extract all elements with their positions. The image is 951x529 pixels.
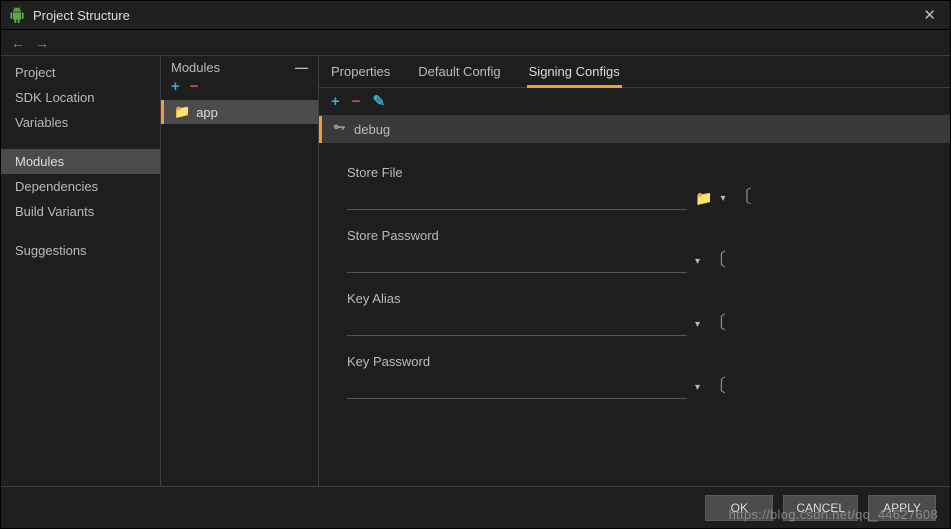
tab-signing-configs[interactable]: Signing Configs xyxy=(527,58,622,88)
sidebar-item-modules[interactable]: Modules xyxy=(1,149,160,174)
field-store-file: Store File 📁 ▾ 〔 xyxy=(347,165,922,210)
field-store-password: Store Password ▾ 〔 xyxy=(347,228,922,273)
field-key-password: Key Password ▾ 〔 xyxy=(347,354,922,399)
remove-module-icon[interactable]: − xyxy=(190,79,199,94)
sidebar-item-label: Modules xyxy=(15,154,64,169)
sidebar-item-build-variants[interactable]: Build Variants xyxy=(1,199,160,224)
sidebar-item-label: SDK Location xyxy=(15,90,95,105)
nav-row: ← → xyxy=(1,29,950,55)
android-icon xyxy=(9,7,25,23)
sidebar-item-label: Suggestions xyxy=(15,243,87,258)
modules-header: Modules — xyxy=(161,56,318,77)
tab-label: Properties xyxy=(331,64,390,79)
tab-properties[interactable]: Properties xyxy=(329,58,392,88)
config-item-label: debug xyxy=(354,122,390,137)
modules-title: Modules xyxy=(171,60,220,75)
sidebar-item-dependencies[interactable]: Dependencies xyxy=(1,174,160,199)
tab-default-config[interactable]: Default Config xyxy=(416,58,502,88)
edit-config-icon[interactable]: ✎ xyxy=(373,94,386,109)
config-toolbar: + − ✎ xyxy=(319,88,950,116)
key-icon xyxy=(332,121,346,138)
apply-button[interactable]: APPLY xyxy=(868,495,936,521)
sidebar-item-label: Dependencies xyxy=(15,179,98,194)
store-file-input[interactable] xyxy=(347,186,687,210)
dropdown-icon[interactable]: ▾ xyxy=(695,319,700,330)
folder-icon: 📁 xyxy=(174,104,190,120)
key-alias-input[interactable] xyxy=(347,312,687,336)
titlebar: Project Structure ✕ xyxy=(1,1,950,29)
sidebar-item-label: Build Variants xyxy=(15,204,94,219)
dropdown-icon[interactable]: ▾ xyxy=(720,193,725,204)
tab-label: Signing Configs xyxy=(529,64,620,79)
main-panel: Properties Default Config Signing Config… xyxy=(319,56,950,486)
sidebar-item-variables[interactable]: Variables xyxy=(1,110,160,135)
field-label: Key Alias xyxy=(347,291,922,306)
sidebar: Project SDK Location Variables Modules D… xyxy=(1,56,161,486)
dropdown-icon[interactable]: ▾ xyxy=(695,256,700,267)
nav-forward-icon[interactable]: → xyxy=(35,35,49,51)
field-label: Store Password xyxy=(347,228,922,243)
footer: OK CANCEL APPLY https://blog.csdn.net/qq… xyxy=(1,486,950,528)
sidebar-item-label: Variables xyxy=(15,115,68,130)
field-label: Key Password xyxy=(347,354,922,369)
sidebar-item-suggestions[interactable]: Suggestions xyxy=(1,238,160,263)
field-key-alias: Key Alias ▾ 〔 xyxy=(347,291,922,336)
cancel-button[interactable]: CANCEL xyxy=(783,495,858,521)
reset-icon[interactable]: 〔 xyxy=(733,189,751,207)
reset-icon[interactable]: 〔 xyxy=(708,378,726,396)
modules-toolbar: + − xyxy=(161,77,318,100)
button-label: CANCEL xyxy=(796,501,845,515)
field-label: Store File xyxy=(347,165,922,180)
tab-label: Default Config xyxy=(418,64,500,79)
collapse-icon[interactable]: — xyxy=(295,60,308,75)
close-icon[interactable]: ✕ xyxy=(917,6,942,24)
button-label: APPLY xyxy=(883,501,921,515)
project-structure-window: Project Structure ✕ ← → Project SDK Loca… xyxy=(0,0,951,529)
module-item-label: app xyxy=(196,105,218,120)
browse-folder-icon[interactable]: 📁 xyxy=(695,190,712,207)
reset-icon[interactable]: 〔 xyxy=(708,252,726,270)
module-item-app[interactable]: 📁 app xyxy=(161,100,318,124)
add-config-icon[interactable]: + xyxy=(331,94,340,109)
signing-form: Store File 📁 ▾ 〔 Store Password ▾ 〔 xyxy=(319,143,950,417)
dropdown-icon[interactable]: ▾ xyxy=(695,382,700,393)
module-list: 📁 app xyxy=(161,100,318,486)
config-item-debug[interactable]: debug xyxy=(319,116,950,143)
remove-config-icon[interactable]: − xyxy=(352,94,361,109)
store-password-input[interactable] xyxy=(347,249,687,273)
key-password-input[interactable] xyxy=(347,375,687,399)
window-title: Project Structure xyxy=(33,8,130,23)
ok-button[interactable]: OK xyxy=(705,495,773,521)
modules-panel: Modules — + − 📁 app xyxy=(161,56,319,486)
reset-icon[interactable]: 〔 xyxy=(708,315,726,333)
button-label: OK xyxy=(731,501,748,515)
add-module-icon[interactable]: + xyxy=(171,79,180,94)
sidebar-item-label: Project xyxy=(15,65,55,80)
nav-back-icon[interactable]: ← xyxy=(11,35,25,51)
tabs: Properties Default Config Signing Config… xyxy=(319,56,950,88)
sidebar-item-project[interactable]: Project xyxy=(1,60,160,85)
sidebar-item-sdk-location[interactable]: SDK Location xyxy=(1,85,160,110)
